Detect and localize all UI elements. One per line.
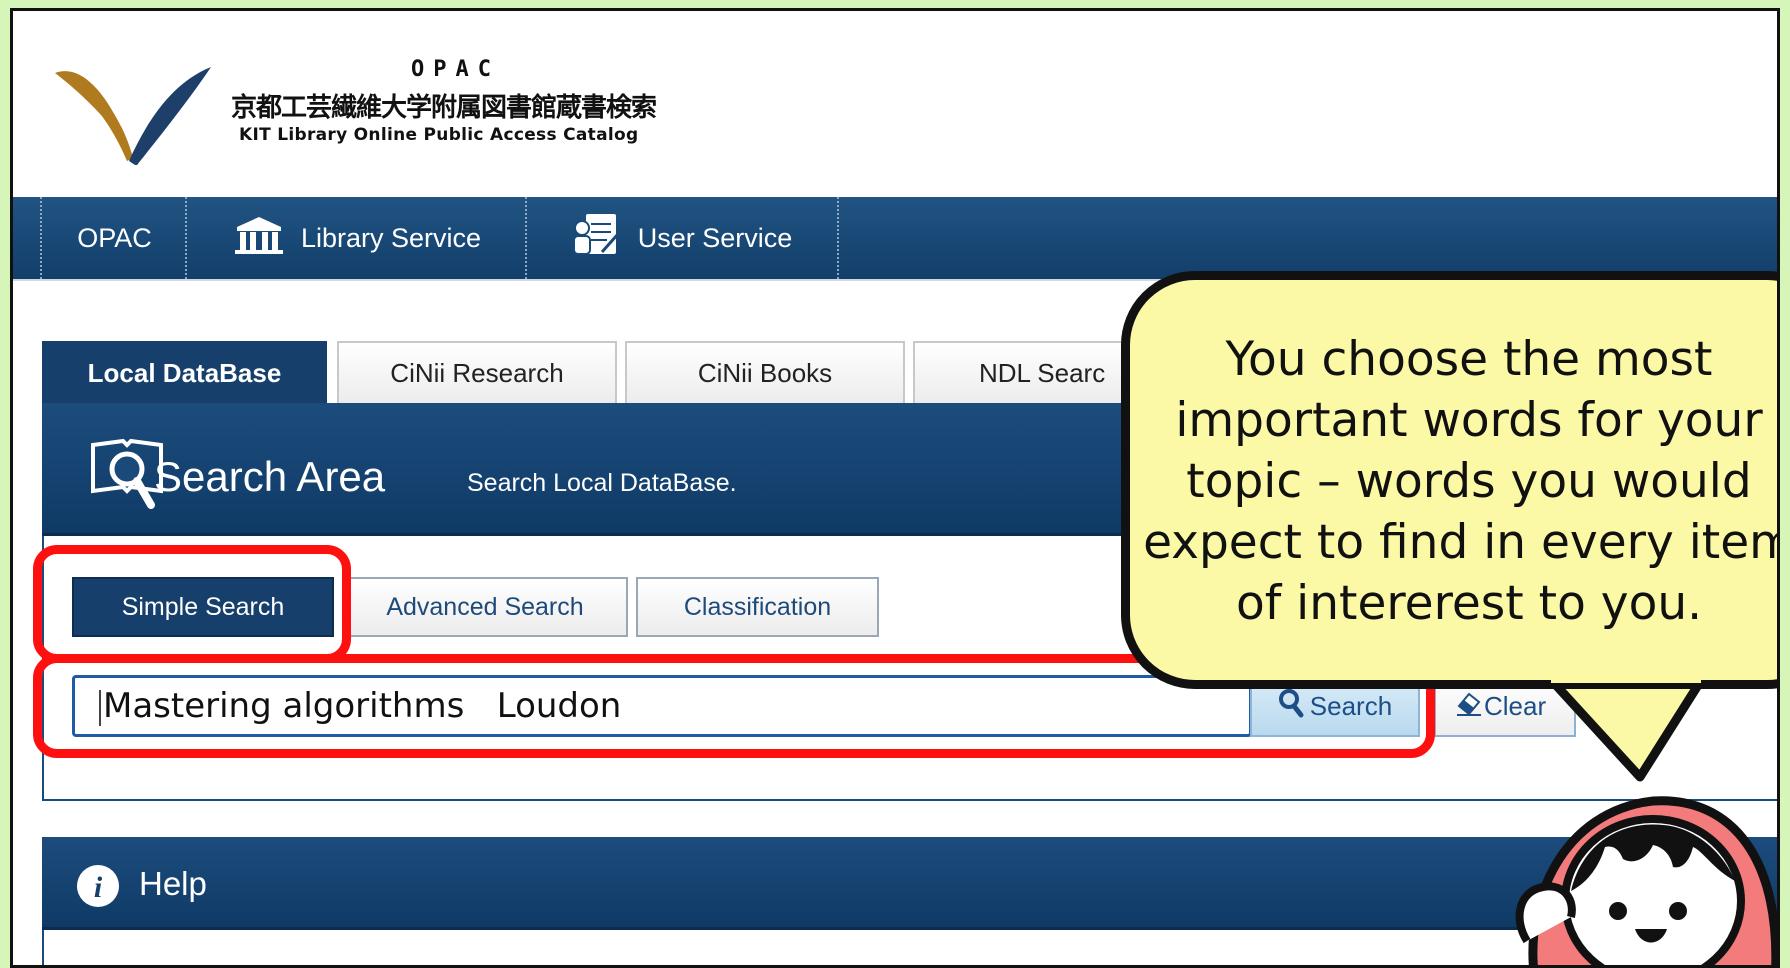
nav-item-library-service[interactable]: Library Service: [185, 197, 527, 279]
user-service-icon: [572, 212, 622, 265]
tab-label: CiNii Research: [390, 357, 564, 388]
nav-item-user-service[interactable]: User Service: [525, 197, 839, 279]
library-building-icon: [233, 215, 285, 262]
nav-item-opac[interactable]: OPAC: [40, 197, 187, 279]
tab-cinii-research[interactable]: CiNii Research: [337, 341, 617, 403]
simple-search-highlight: [33, 545, 351, 663]
eraser-icon: [1456, 690, 1482, 723]
kit-logo-mark-icon: [55, 67, 211, 165]
mode-label: Advanced Search: [386, 592, 584, 621]
svg-text:i: i: [94, 871, 103, 904]
logo-japanese-title: 京都工芸繊維大学附属図書館蔵書検索: [231, 93, 657, 123]
tab-label: CiNii Books: [697, 357, 833, 388]
search-area-title: Search Area: [154, 453, 386, 500]
nav-item-label: Library Service: [300, 222, 482, 253]
advanced-search-button[interactable]: Advanced Search: [342, 577, 628, 637]
search-area-subtitle: Search Local DataBase.: [467, 469, 737, 497]
tab-cinii-books[interactable]: CiNii Books: [625, 341, 905, 403]
callout-text: You choose the most important words for …: [1143, 332, 1780, 631]
clear-button-label: Clear: [1484, 690, 1547, 721]
tab-local-database[interactable]: Local DataBase: [42, 341, 327, 403]
tab-label: Local DataBase: [87, 357, 282, 388]
main-navigation: OPAC Library Service User Service: [13, 197, 1777, 281]
tab-label: NDL Searc: [979, 357, 1106, 388]
site-logo[interactable]: OPAC 京都工芸繊維大学附属図書館蔵書検索 KIT Library Onlin…: [51, 53, 691, 173]
bubble-tail-joint: [1551, 671, 1701, 683]
info-icon: i: [75, 863, 121, 913]
logo-opac-text: OPAC: [411, 57, 500, 82]
logo-english-title: KIT Library Online Public Access Catalog: [239, 125, 639, 145]
nav-item-label: User Service: [637, 222, 793, 253]
screenshot-frame: OPAC 京都工芸繊維大学附属図書館蔵書検索 KIT Library Onlin…: [10, 8, 1780, 968]
nav-item-label: OPAC: [77, 222, 152, 253]
classification-button[interactable]: Classification: [636, 577, 879, 637]
help-label: Help: [139, 865, 207, 902]
mode-label: Classification: [683, 592, 832, 621]
mascot-character-icon: [1515, 796, 1777, 965]
